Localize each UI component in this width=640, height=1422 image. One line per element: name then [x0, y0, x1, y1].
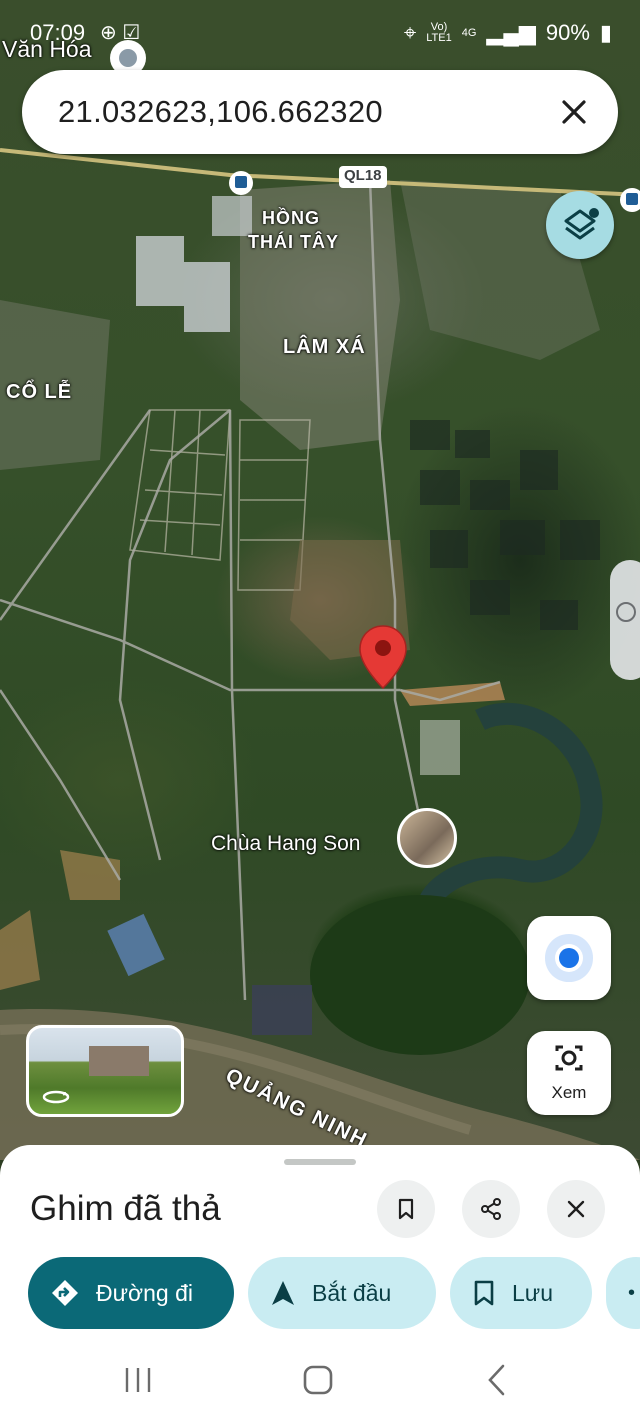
directions-icon — [52, 1280, 78, 1306]
system-nav-bar — [0, 1340, 640, 1422]
my-location-icon — [559, 948, 579, 968]
sheet-title: Ghim đã thả — [30, 1189, 221, 1228]
bookmark-icon — [398, 1198, 414, 1220]
location-icon: ⌖ — [403, 20, 417, 45]
place-photo-thumbnail[interactable] — [397, 808, 457, 868]
close-sheet-button[interactable] — [547, 1180, 605, 1238]
bookmark-icon — [474, 1280, 494, 1306]
sheet-drag-handle[interactable] — [284, 1159, 356, 1165]
hiking-icon[interactable] — [610, 560, 640, 680]
highway-label-ql18: QL18 — [344, 167, 382, 184]
battery-percent: 90% — [545, 20, 590, 45]
thumbnail-building — [89, 1046, 149, 1076]
volte-indicator: Vo) LTE1 — [426, 21, 452, 44]
save-button[interactable] — [377, 1180, 435, 1238]
layers-icon — [564, 208, 599, 240]
status-notification-icons: ⊕ ☑ — [100, 20, 140, 45]
map-label-hong: HỒNG — [262, 208, 320, 228]
action-chips: Đường đi Bắt đầu Lưu • — [28, 1257, 640, 1329]
share-button[interactable] — [462, 1180, 520, 1238]
status-bar: 07:09 ⊕ ☑ ⌖ Vo) LTE1 4G ▂▄▆ 90% ▮ — [0, 0, 640, 64]
status-time: 07:09 — [30, 20, 86, 45]
search-query[interactable]: 21.032623,106.662320 — [58, 94, 383, 130]
close-icon[interactable] — [552, 90, 596, 134]
my-location-button[interactable] — [527, 916, 611, 1000]
battery-icon: ▮ — [599, 20, 612, 45]
start-button[interactable]: Bắt đầu — [248, 1257, 436, 1329]
street-view-button[interactable]: Xem — [527, 1031, 611, 1115]
layers-button[interactable] — [546, 191, 614, 259]
dropped-pin-icon[interactable] — [358, 624, 408, 690]
status-right-group: ⌖ Vo) LTE1 4G ▂▄▆ 90% ▮ — [404, 20, 612, 46]
home-button[interactable] — [303, 1365, 333, 1395]
recent-apps-button[interactable] — [125, 1368, 151, 1392]
street-view-thumbnail[interactable] — [26, 1025, 184, 1117]
sync-icon: ⊕ — [100, 22, 117, 44]
map-label-co-le: CỔ LỄ — [6, 381, 73, 403]
map-label-thai-tay: THÁI TÂY — [248, 232, 339, 252]
signal-icon: ▂▄▆ — [486, 20, 536, 45]
directions-label: Đường đi — [96, 1279, 193, 1306]
network-type: 4G — [461, 26, 477, 39]
more-actions-chip[interactable]: • — [606, 1257, 640, 1329]
bus-stop-icon[interactable] — [620, 188, 640, 212]
camera-view-icon — [555, 1045, 583, 1071]
back-button[interactable] — [488, 1364, 505, 1396]
search-bar[interactable]: 21.032623,106.662320 — [22, 70, 618, 154]
rotate-360-icon — [42, 1090, 70, 1104]
share-icon — [481, 1198, 501, 1220]
map-label-lam-xa: LÂM XÁ — [283, 336, 366, 358]
navigation-arrow-icon — [272, 1281, 294, 1305]
save-chip-button[interactable]: Lưu — [450, 1257, 592, 1329]
more-icon: • — [628, 1281, 636, 1304]
directions-button[interactable]: Đường đi — [28, 1257, 234, 1329]
start-label: Bắt đầu — [312, 1279, 392, 1306]
save-label: Lưu — [512, 1279, 553, 1306]
close-icon — [567, 1200, 585, 1218]
bus-stop-icon[interactable] — [229, 171, 253, 195]
map-label-chua-hang-son[interactable]: Chùa Hang Son — [211, 832, 360, 856]
checkbox-icon: ☑ — [122, 22, 141, 44]
street-view-label: Xem — [551, 1083, 587, 1102]
